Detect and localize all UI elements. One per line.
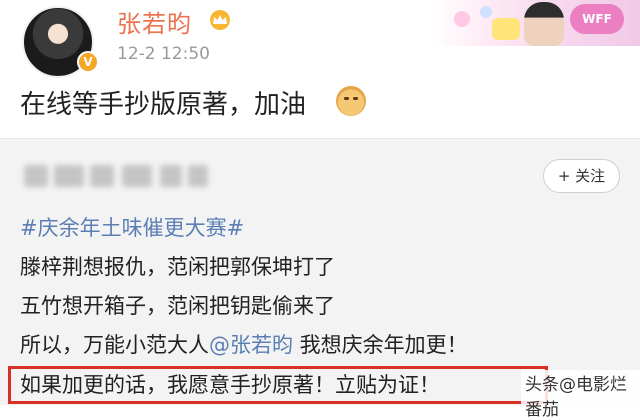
post-timestamp: 12-2 12:50 [117, 44, 210, 64]
topic-hashtag[interactable]: #庆余年土味催更大赛# [20, 212, 244, 242]
follow-button[interactable]: + 关注 [543, 159, 620, 193]
doge-emoji-icon [336, 86, 366, 116]
blurred-username [24, 163, 210, 189]
repost-line-1: 滕梓荆想报仇，范闲把郭保坤打了 [20, 255, 335, 279]
repost-line-2: 五竹想开箱子，范闲把钥匙偷来了 [20, 294, 335, 318]
post-text: 在线等手抄版原著，加油 [20, 90, 307, 120]
balloon-icon [454, 11, 470, 27]
repost-card[interactable]: + 关注 #庆余年土味催更大赛# 滕梓荆想报仇，范闲把郭保坤打了 五竹想开箱子，… [0, 138, 640, 420]
mention-link[interactable]: @张若昀 [209, 333, 293, 357]
wff-badge: WFF [570, 4, 624, 34]
repost-line-3: 所以，万能小范大人@张若昀 我想庆余年加更！ [20, 329, 468, 359]
repost-line-3-prefix: 所以，万能小范大人 [20, 333, 209, 357]
portrait-icon [524, 2, 564, 46]
balloon-icon [480, 6, 492, 18]
header-decoration: WFF [432, 0, 640, 46]
highlight-box [8, 366, 548, 404]
watermark: 头条@电影烂番茄 [521, 370, 640, 420]
username[interactable]: 张若昀 [117, 4, 192, 39]
crown-icon [210, 10, 230, 30]
post-header: V 张若昀 12-2 12:50 WFF 在线等手抄版原著，加油 [0, 0, 640, 138]
chick-icon [492, 18, 520, 40]
repost-line-3-suffix: 我想庆余年加更！ [293, 333, 468, 357]
verified-badge-icon: V [77, 51, 99, 73]
